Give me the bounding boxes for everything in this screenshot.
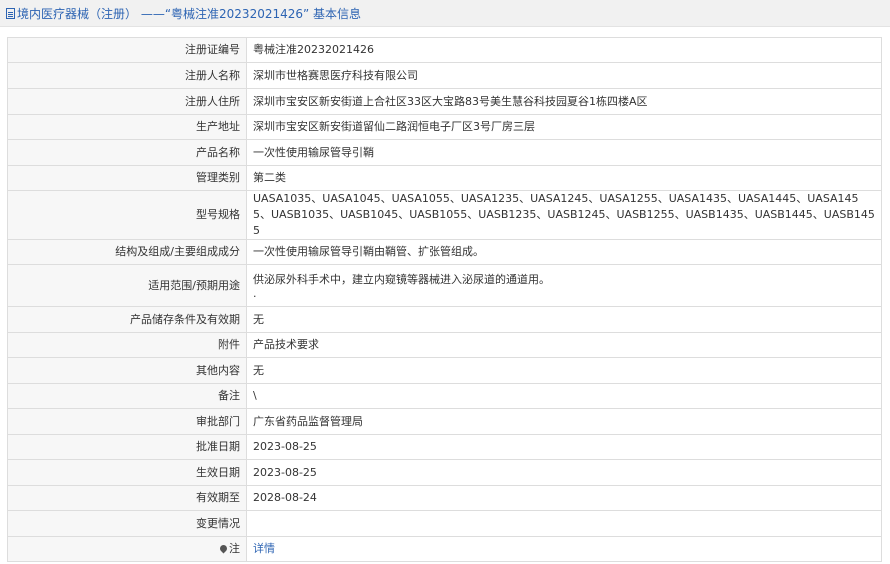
row-value: 供泌尿外科手术中，建立内窥镜等器械进入泌尿道的通道用。 . [246, 264, 882, 307]
row-value: 2023-08-25 [246, 434, 882, 460]
row-label: 批准日期 [7, 434, 247, 460]
row-label: 备注 [7, 383, 247, 409]
row-value: 第二类 [246, 165, 882, 191]
note-label: 注 [7, 536, 247, 562]
row-label: 注册人名称 [7, 62, 247, 89]
row-value: 一次性使用输尿管导引鞘由鞘管、扩张管组成。 [246, 239, 882, 265]
row-label: 生效日期 [7, 459, 247, 486]
row-label: 产品名称 [7, 139, 247, 166]
table-row: 结构及组成/主要组成成分 一次性使用输尿管导引鞘由鞘管、扩张管组成。 [7, 239, 882, 265]
row-value: 2023-08-25 [246, 459, 882, 486]
row-value: 一次性使用输尿管导引鞘 [246, 139, 882, 166]
row-label: 结构及组成/主要组成成分 [7, 239, 247, 265]
row-label: 其他内容 [7, 357, 247, 384]
table-row: 批准日期 2023-08-25 [7, 434, 882, 460]
table-row: 审批部门 广东省药品监督管理局 [7, 408, 882, 435]
row-value: 无 [246, 357, 882, 384]
table-row: 变更情况 [7, 510, 882, 537]
table-row: 注册人住所 深圳市宝安区新安街道上合社区33区大宝路83号美生慧谷科技园夏谷1栋… [7, 88, 882, 115]
document-icon [6, 7, 15, 19]
row-label: 变更情况 [7, 510, 247, 537]
scope-dot: . [253, 286, 257, 300]
row-label: 型号规格 [7, 190, 247, 240]
row-label: 生产地址 [7, 114, 247, 140]
row-value: \ [246, 383, 882, 409]
table-row: 适用范围/预期用途 供泌尿外科手术中，建立内窥镜等器械进入泌尿道的通道用。 . [7, 264, 882, 307]
row-label: 产品储存条件及有效期 [7, 306, 247, 333]
table-row: 型号规格 UASA1035、UASA1045、UASA1055、UASA1235… [7, 190, 882, 240]
table-row: 产品储存条件及有效期 无 [7, 306, 882, 333]
detail-link[interactable]: 详情 [253, 542, 275, 555]
table-row: 其他内容 无 [7, 357, 882, 384]
row-label: 注册人住所 [7, 88, 247, 115]
row-label: 适用范围/预期用途 [7, 264, 247, 307]
row-value: 粤械注准20232021426 [246, 37, 882, 63]
table-row: 注册证编号 粤械注准20232021426 [7, 37, 882, 63]
row-value: 2028-08-24 [246, 485, 882, 511]
page-title: 境内医疗器械（注册） ——“粤械注准20232021426” 基本信息 [17, 6, 362, 21]
row-label: 注册证编号 [7, 37, 247, 63]
table-row: 生效日期 2023-08-25 [7, 459, 882, 486]
row-value: 广东省药品监督管理局 [246, 408, 882, 435]
row-value: 深圳市宝安区新安街道上合社区33区大宝路83号美生慧谷科技园夏谷1栋四楼A区 [246, 88, 882, 115]
row-value: 深圳市世格赛思医疗科技有限公司 [246, 62, 882, 89]
table-row: 注册人名称 深圳市世格赛思医疗科技有限公司 [7, 62, 882, 89]
pin-icon [218, 543, 229, 554]
table-row: 管理类别 第二类 [7, 165, 882, 191]
info-table: 注册证编号 粤械注准20232021426 注册人名称 深圳市世格赛思医疗科技有… [7, 37, 882, 562]
row-label: 有效期至 [7, 485, 247, 511]
row-value: 无 [246, 306, 882, 333]
table-row: 有效期至 2028-08-24 [7, 485, 882, 511]
row-value [246, 510, 882, 537]
row-value: 产品技术要求 [246, 332, 882, 358]
row-value: 详情 [246, 536, 882, 562]
table-row: 附件 产品技术要求 [7, 332, 882, 358]
table-row: 注 详情 [7, 536, 882, 562]
row-value: UASA1035、UASA1045、UASA1055、UASA1235、UASA… [246, 190, 882, 240]
row-label: 管理类别 [7, 165, 247, 191]
page-header: 境内医疗器械（注册） ——“粤械注准20232021426” 基本信息 [0, 0, 890, 27]
table-row: 产品名称 一次性使用输尿管导引鞘 [7, 139, 882, 166]
note-label-text: 注 [229, 542, 240, 555]
row-value: 深圳市宝安区新安街道留仙二路润恒电子厂区3号厂房三层 [246, 114, 882, 140]
row-label: 附件 [7, 332, 247, 358]
scope-text: 供泌尿外科手术中，建立内窥镜等器械进入泌尿道的通道用。 [253, 272, 550, 286]
table-row: 生产地址 深圳市宝安区新安街道留仙二路润恒电子厂区3号厂房三层 [7, 114, 882, 140]
row-label: 审批部门 [7, 408, 247, 435]
table-row: 备注 \ [7, 383, 882, 409]
